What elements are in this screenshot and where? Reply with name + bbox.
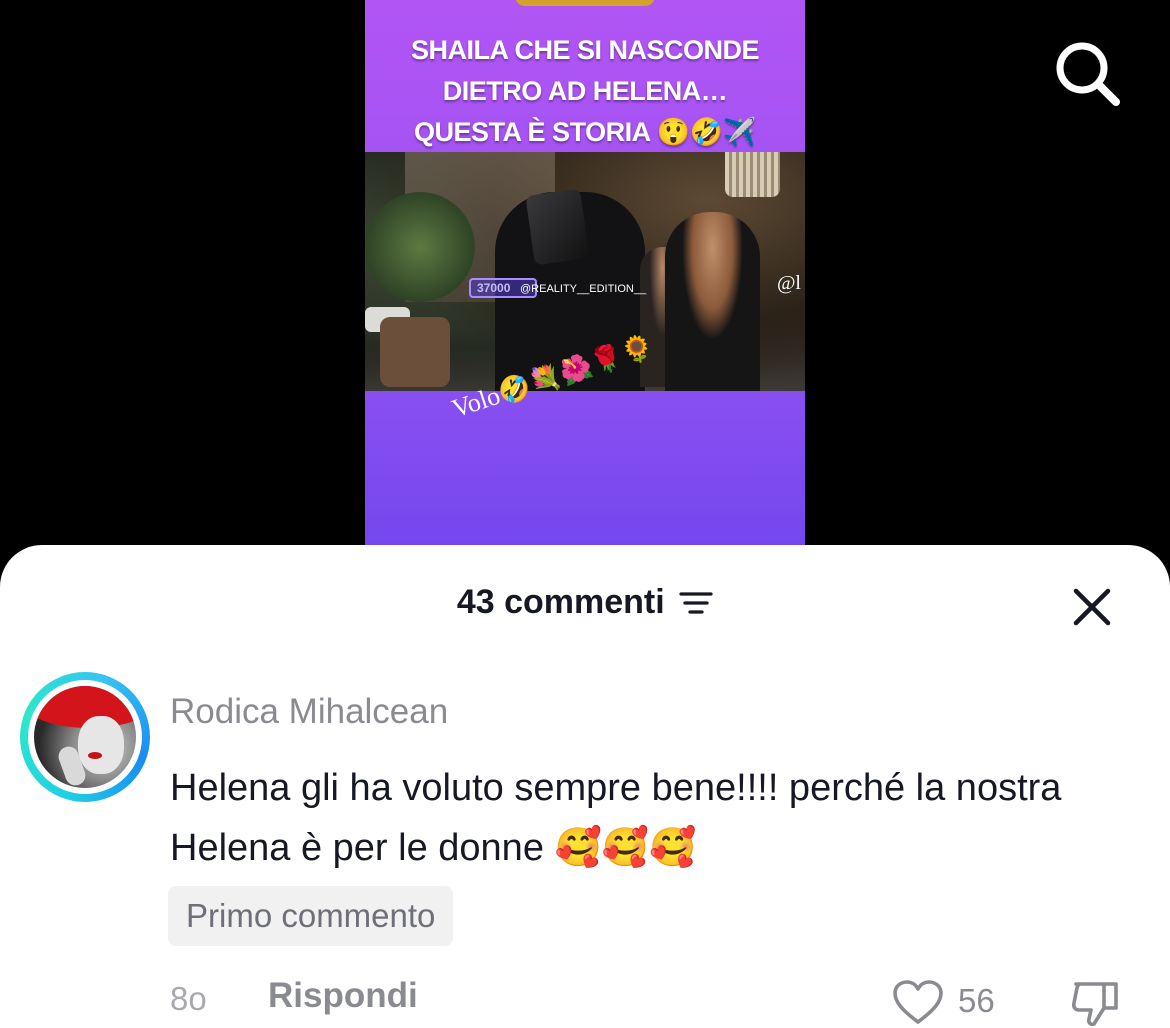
video-player[interactable]: SHAILA CHE SI NASCONDE DIETRO AD HELENA…… <box>365 0 805 550</box>
comment-timestamp: 8o <box>170 980 207 1017</box>
reply-button[interactable]: Rispondi <box>268 976 418 1016</box>
caption-line-3: QUESTA È STORIA 😲🤣✈️ <box>414 117 756 147</box>
video-watermark: @REALITY__EDITION__ <box>520 283 647 295</box>
video-caption: SHAILA CHE SI NASCONDE DIETRO AD HELENA…… <box>365 30 805 153</box>
comments-header: 43 commenti <box>0 583 1170 633</box>
close-icon[interactable] <box>1068 583 1116 631</box>
search-icon[interactable] <box>1052 38 1122 108</box>
thumbs-down-icon[interactable] <box>1070 978 1122 1028</box>
person-figure <box>665 212 760 391</box>
first-comment-badge: Primo commento <box>168 886 454 946</box>
like-count: 56 <box>958 982 995 1019</box>
video-watermark-partial: @l <box>777 272 801 294</box>
comment-username[interactable]: Rodica Mihalcean <box>170 692 448 732</box>
comments-sheet: 43 commenti Rodica Mihalcean Helena gli … <box>0 545 1170 1028</box>
comments-count-title: 43 commenti <box>456 583 665 621</box>
sort-lines-icon[interactable] <box>679 588 713 618</box>
comment-meta-row: 8o Rispondi 56 <box>0 976 1170 1028</box>
caption-line-1: SHAILA CHE SI NASCONDE <box>410 35 760 65</box>
caption-line-2: DIETRO AD HELENA… <box>442 76 728 106</box>
mask-head <box>525 188 590 266</box>
comment-text: Helena gli ha voluto sempre bene!!!! per… <box>170 767 1062 869</box>
avatar-image <box>34 686 136 788</box>
avatar[interactable] <box>20 672 150 802</box>
video-top-graphic <box>515 0 655 6</box>
heart-outline-icon[interactable] <box>892 980 944 1026</box>
